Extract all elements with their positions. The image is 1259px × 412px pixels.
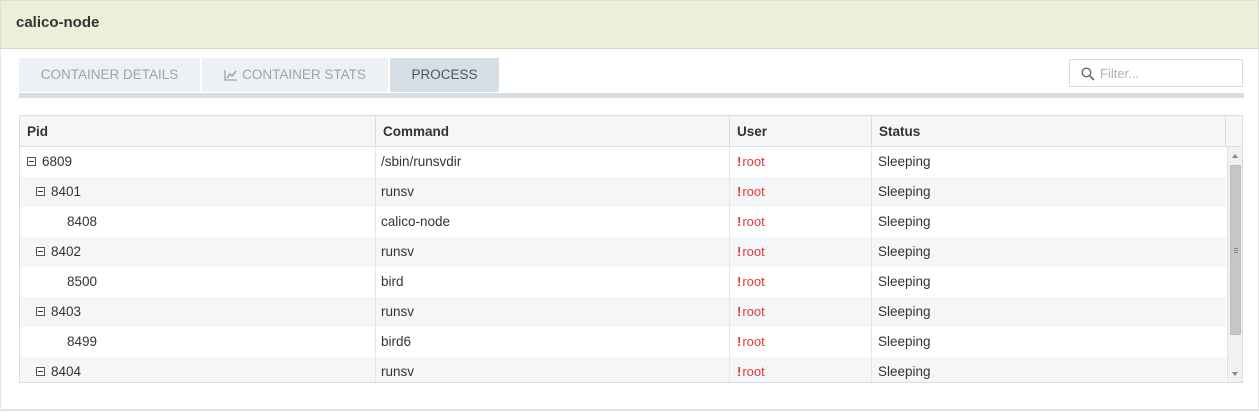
table-row[interactable]: 8499 bird6 !root Sleeping [20,327,1226,357]
column-header-pid[interactable]: Pid [20,116,376,146]
warning-icon: ! [737,334,742,349]
container-panel: CONTAINER DETAILS CONTAINER STATS PROCES… [0,49,1259,411]
scrollbar-thumb[interactable] [1230,165,1241,335]
scroll-down-arrow-icon[interactable] [1232,372,1238,376]
pid-value: 8408 [67,214,98,229]
column-header-status[interactable]: Status [872,116,1226,146]
user-value: root [742,334,765,349]
table-body: 6809/sbin/runsvdir !root Sleeping 8401 runsv… [20,147,1226,382]
pid-cell: 8402 [20,237,376,267]
command-cell: runsv [376,357,730,382]
line-chart-icon [224,70,238,81]
user-value: root [742,304,765,319]
status-cell: Sleeping [878,274,931,289]
collapse-toggle-icon[interactable] [36,187,45,196]
user-cell: !root [730,327,872,357]
window-title-bar: calico-node [0,0,1259,49]
tab-process-label: PROCESS [411,67,478,82]
process-table: Pid Command User Status 6809/sbin/runsvd… [19,115,1243,383]
table-row[interactable]: 8408 calico-node !root Sleeping [20,207,1226,237]
command-cell: bird [376,267,730,297]
collapse-toggle-icon[interactable] [36,307,45,316]
warning-icon: ! [737,184,742,199]
table-row[interactable]: 8401 runsv !root Sleeping [20,177,1226,207]
user-cell: !root [730,237,872,267]
user-cell: !root [730,357,872,382]
user-value: root [742,274,765,289]
pid-cell: 6809 [20,147,376,177]
pid-cell: 8404 [20,357,376,382]
command-cell: runsv [376,177,730,207]
pid-value: 8499 [67,334,98,349]
warning-icon: ! [737,304,742,319]
pid-cell: 8401 [20,177,376,207]
command-cell: runsv [376,297,730,327]
user-value: root [742,154,765,169]
pid-value: 8401 [51,184,82,199]
warning-icon: ! [737,364,742,379]
warning-icon: ! [737,154,742,169]
command-cell: runsv [376,237,730,267]
filter-box [1069,59,1243,87]
status-cell: Sleeping [878,244,931,259]
pid-value: 8404 [51,364,82,379]
command-cell: bird6 [376,327,730,357]
status-cell: Sleeping [878,334,931,349]
user-cell: !root [730,147,872,177]
user-cell: !root [730,207,872,237]
user-value: root [742,184,765,199]
status-cell: Sleeping [878,364,931,379]
collapse-toggle-icon[interactable] [36,247,45,256]
status-cell: Sleeping [878,214,931,229]
table-row[interactable]: 8500 bird !root Sleeping [20,267,1226,297]
pid-value: 8403 [51,304,82,319]
collapse-toggle-icon[interactable] [27,157,36,166]
collapse-toggle-icon[interactable] [36,367,45,376]
table-row[interactable]: 8404 runsv !root Sleeping [20,357,1226,382]
table-header: Pid Command User Status [20,116,1242,147]
user-value: root [742,244,765,259]
tab-container-stats[interactable]: CONTAINER STATS [202,58,388,92]
pid-value: 6809 [42,154,73,169]
status-cell: Sleeping [878,154,931,169]
user-value: root [742,214,765,229]
filter-input[interactable] [1100,64,1236,82]
column-header-user[interactable]: User [730,116,872,146]
table-row[interactable]: 8403 runsv !root Sleeping [20,297,1226,327]
pid-value: 8402 [51,244,82,259]
warning-icon: ! [737,274,742,289]
tab-process[interactable]: PROCESS [390,58,499,92]
table-row[interactable]: 6809/sbin/runsvdir !root Sleeping [20,147,1226,177]
tab-container-details[interactable]: CONTAINER DETAILS [19,58,200,92]
user-cell: !root [730,267,872,297]
window-title: calico-node [16,14,100,31]
vertical-scrollbar[interactable] [1227,147,1242,382]
user-cell: !root [730,297,872,327]
pid-cell: 8499 [20,327,376,357]
scroll-up-arrow-icon[interactable] [1232,154,1238,158]
status-cell: Sleeping [878,304,931,319]
column-header-command[interactable]: Command [376,116,730,146]
pid-value: 8500 [67,274,98,289]
user-value: root [742,364,765,379]
table-row[interactable]: 8402 runsv !root Sleeping [20,237,1226,267]
tab-container-details-label: CONTAINER DETAILS [40,67,179,82]
grip-icon [1234,248,1238,249]
user-cell: !root [730,177,872,207]
tab-container-stats-label: CONTAINER STATS [242,67,366,82]
pid-cell: 8403 [20,297,376,327]
command-cell: /sbin/runsvdir [376,147,730,177]
warning-icon: ! [737,214,742,229]
pid-cell: 8500 [20,267,376,297]
command-cell: calico-node [376,207,730,237]
pid-cell: 8408 [20,207,376,237]
status-cell: Sleeping [878,184,931,199]
search-icon [1081,67,1095,81]
warning-icon: ! [737,244,742,259]
tab-underline [19,93,1244,98]
